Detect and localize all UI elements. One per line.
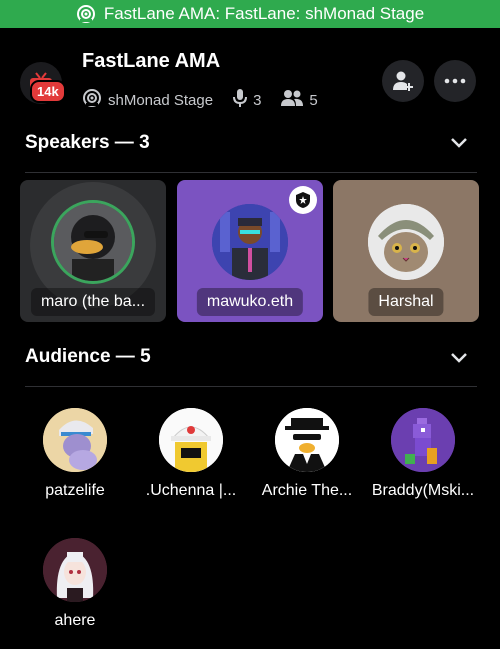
more-dots-icon — [444, 78, 466, 84]
stage-banner[interactable]: FastLane AMA: FastLane: shMonad Stage — [0, 0, 500, 28]
stage-icon — [76, 4, 96, 24]
shield-icon — [296, 192, 310, 208]
speakers-header: Speakers — 3 — [25, 132, 150, 153]
listener-count: 5 — [309, 91, 318, 109]
speaker-count: 3 — [253, 91, 262, 109]
more-button[interactable] — [434, 60, 476, 102]
stage-title: FastLane AMA — [82, 50, 221, 72]
avatar — [51, 200, 135, 284]
audience-name: patzelife — [45, 482, 105, 499]
audience-header: Audience — 5 — [25, 346, 151, 367]
stage-name: shMonad Stage — [108, 91, 214, 109]
audience-member[interactable]: ahere — [20, 538, 130, 630]
divider — [25, 386, 477, 387]
audience-member[interactable]: patzelife — [20, 408, 130, 500]
chevron-down-icon[interactable] — [450, 351, 468, 369]
banner-text: FastLane AMA: FastLane: shMonad Stage — [103, 4, 425, 23]
avatar — [368, 204, 444, 280]
speaker-card[interactable]: mawuko.eth — [177, 180, 323, 322]
microphone-icon — [233, 88, 248, 112]
audience-member[interactable]: Archie The... — [252, 408, 362, 500]
audience-member[interactable]: .Uchenna |... — [136, 408, 246, 500]
audience-name: Braddy(Mski... — [371, 482, 475, 499]
moderator-badge — [289, 186, 317, 214]
speaker-card[interactable]: maro (the ba... — [20, 180, 166, 322]
avatar — [43, 538, 107, 602]
speaker-name: maro (the ba... — [30, 288, 156, 316]
speaker-name: Harshal — [368, 288, 444, 316]
audience-name: Archie The... — [261, 482, 353, 499]
avatar — [212, 204, 288, 280]
member-count-badge: 14k — [30, 80, 66, 103]
speaker-card[interactable]: Harshal — [333, 180, 479, 322]
avatar — [43, 408, 107, 472]
divider — [25, 172, 477, 173]
audience-member[interactable]: Braddy(Mski... — [368, 408, 478, 500]
users-icon — [281, 89, 304, 111]
audience-name: ahere — [54, 612, 96, 629]
speaker-name: mawuko.eth — [196, 288, 304, 316]
avatar — [275, 408, 339, 472]
stage-meta: shMonad Stage 3 5 — [82, 88, 318, 112]
invite-button[interactable] — [382, 60, 424, 102]
avatar — [391, 408, 455, 472]
add-user-icon — [393, 71, 413, 91]
avatar — [159, 408, 223, 472]
chevron-down-icon[interactable] — [450, 136, 468, 154]
stage-icon — [82, 88, 102, 112]
audience-name: .Uchenna |... — [145, 482, 237, 499]
